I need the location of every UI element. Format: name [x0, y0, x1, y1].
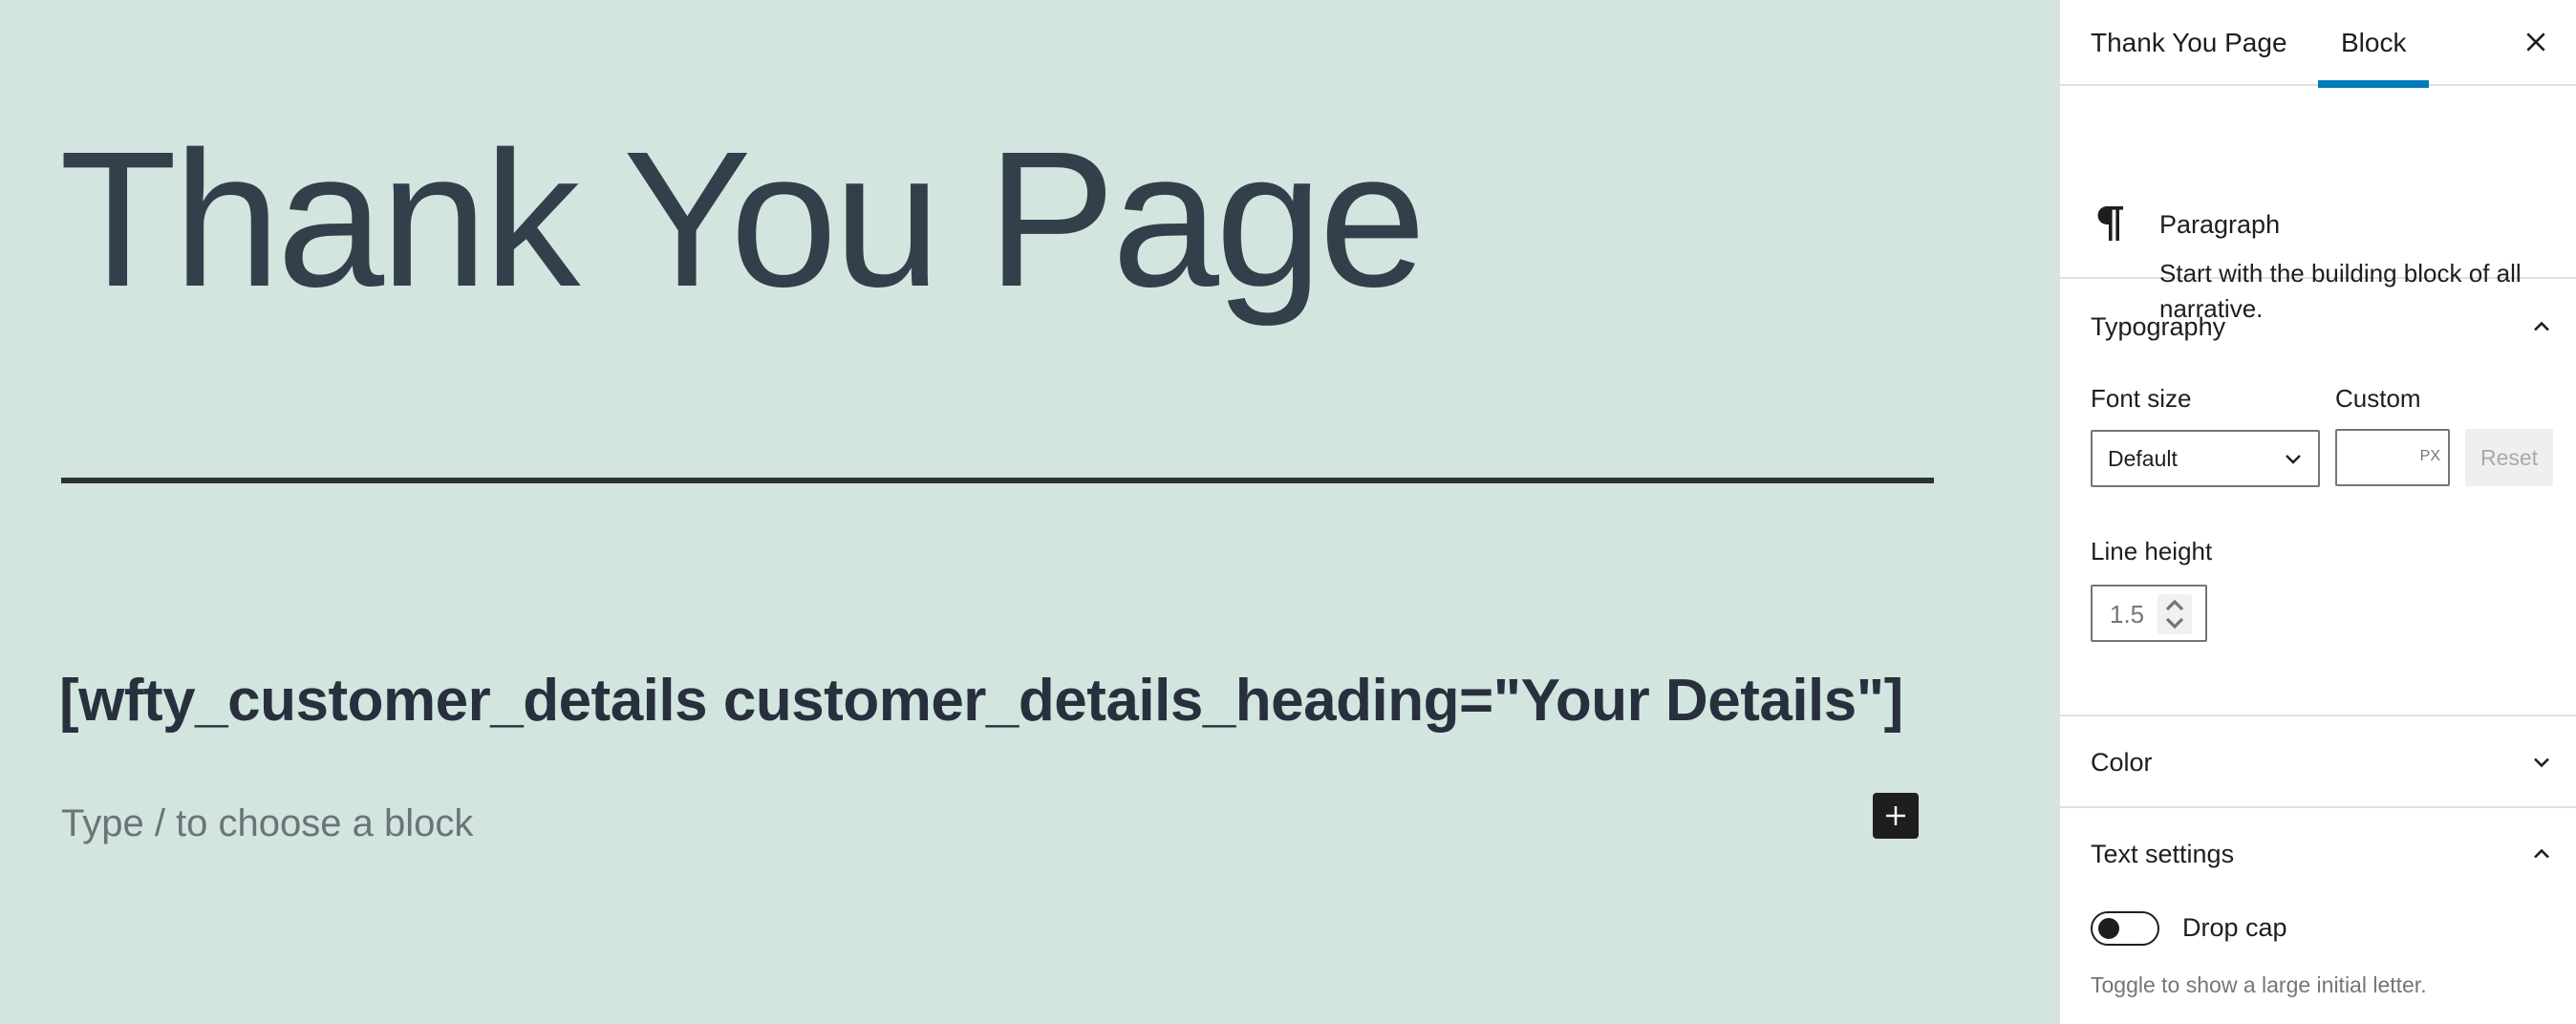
close-sidebar-button[interactable] [2517, 23, 2555, 61]
page-title[interactable]: Thank You Page [59, 122, 1427, 315]
typography-panel-title: Typography [2091, 311, 2226, 341]
line-height-label: Line height [2091, 537, 2213, 565]
custom-size-label: Custom [2335, 384, 2421, 413]
chevron-down-icon [2534, 757, 2549, 768]
chevron-up-icon [2534, 321, 2549, 331]
color-panel-toggle[interactable]: Color [2091, 743, 2576, 781]
shortcode-block[interactable]: [wfty_customer_details customer_details_… [59, 667, 1903, 735]
line-height-spinner[interactable] [2157, 594, 2192, 634]
typography-panel-toggle[interactable]: Typography [2091, 308, 2576, 346]
custom-font-size-input[interactable]: PX [2335, 429, 2450, 486]
drop-cap-label[interactable]: Drop cap [2182, 913, 2287, 943]
block-placeholder[interactable]: Type / to choose a block [61, 802, 473, 845]
block-card-title: Paragraph [2159, 210, 2281, 239]
color-panel: Color [2060, 716, 2576, 808]
color-panel-title: Color [2091, 747, 2153, 777]
close-icon [2526, 32, 2545, 52]
font-size-label: Font size [2091, 384, 2192, 413]
tab-post[interactable]: Thank You Page [2091, 0, 2287, 86]
sidebar-tabs: Thank You Page Block [2060, 0, 2576, 88]
drop-cap-toggle[interactable] [2091, 911, 2159, 946]
plus-icon [1886, 806, 1905, 825]
block-card: Paragraph Start with the building block … [2060, 86, 2576, 323]
text-settings-panel-toggle[interactable]: Text settings [2091, 835, 2576, 873]
block-inserter-button[interactable] [1873, 793, 1919, 839]
font-size-select[interactable]: Default [2091, 430, 2320, 487]
settings-sidebar: Thank You Page Block Paragraph Start wit… [2058, 0, 2576, 1024]
line-height-input[interactable]: 1.5 [2091, 585, 2207, 642]
editor-canvas: Thank You Page [wfty_customer_details cu… [0, 0, 2058, 1024]
drop-cap-help-text: Toggle to show a large initial letter. [2091, 972, 2427, 997]
tab-block-label: Block [2341, 28, 2407, 57]
paragraph-icon [2094, 204, 2127, 249]
tab-block[interactable]: Block [2318, 0, 2430, 88]
line-height-placeholder: 1.5 [2110, 600, 2145, 629]
tab-post-label: Thank You Page [2091, 28, 2287, 57]
reset-font-size-button[interactable]: Reset [2465, 429, 2553, 486]
text-settings-panel-title: Text settings [2091, 839, 2235, 868]
toggle-knob [2098, 918, 2119, 939]
custom-font-size-unit: PX [2419, 448, 2440, 464]
spinner-arrows-icon [2165, 599, 2184, 629]
font-size-select-value: Default [2108, 445, 2178, 471]
separator-block[interactable] [61, 478, 1934, 483]
chevron-down-icon [2286, 455, 2301, 464]
typography-panel: Typography Font size Custom Default PX R… [2060, 279, 2576, 716]
chevron-up-icon [2534, 848, 2549, 859]
